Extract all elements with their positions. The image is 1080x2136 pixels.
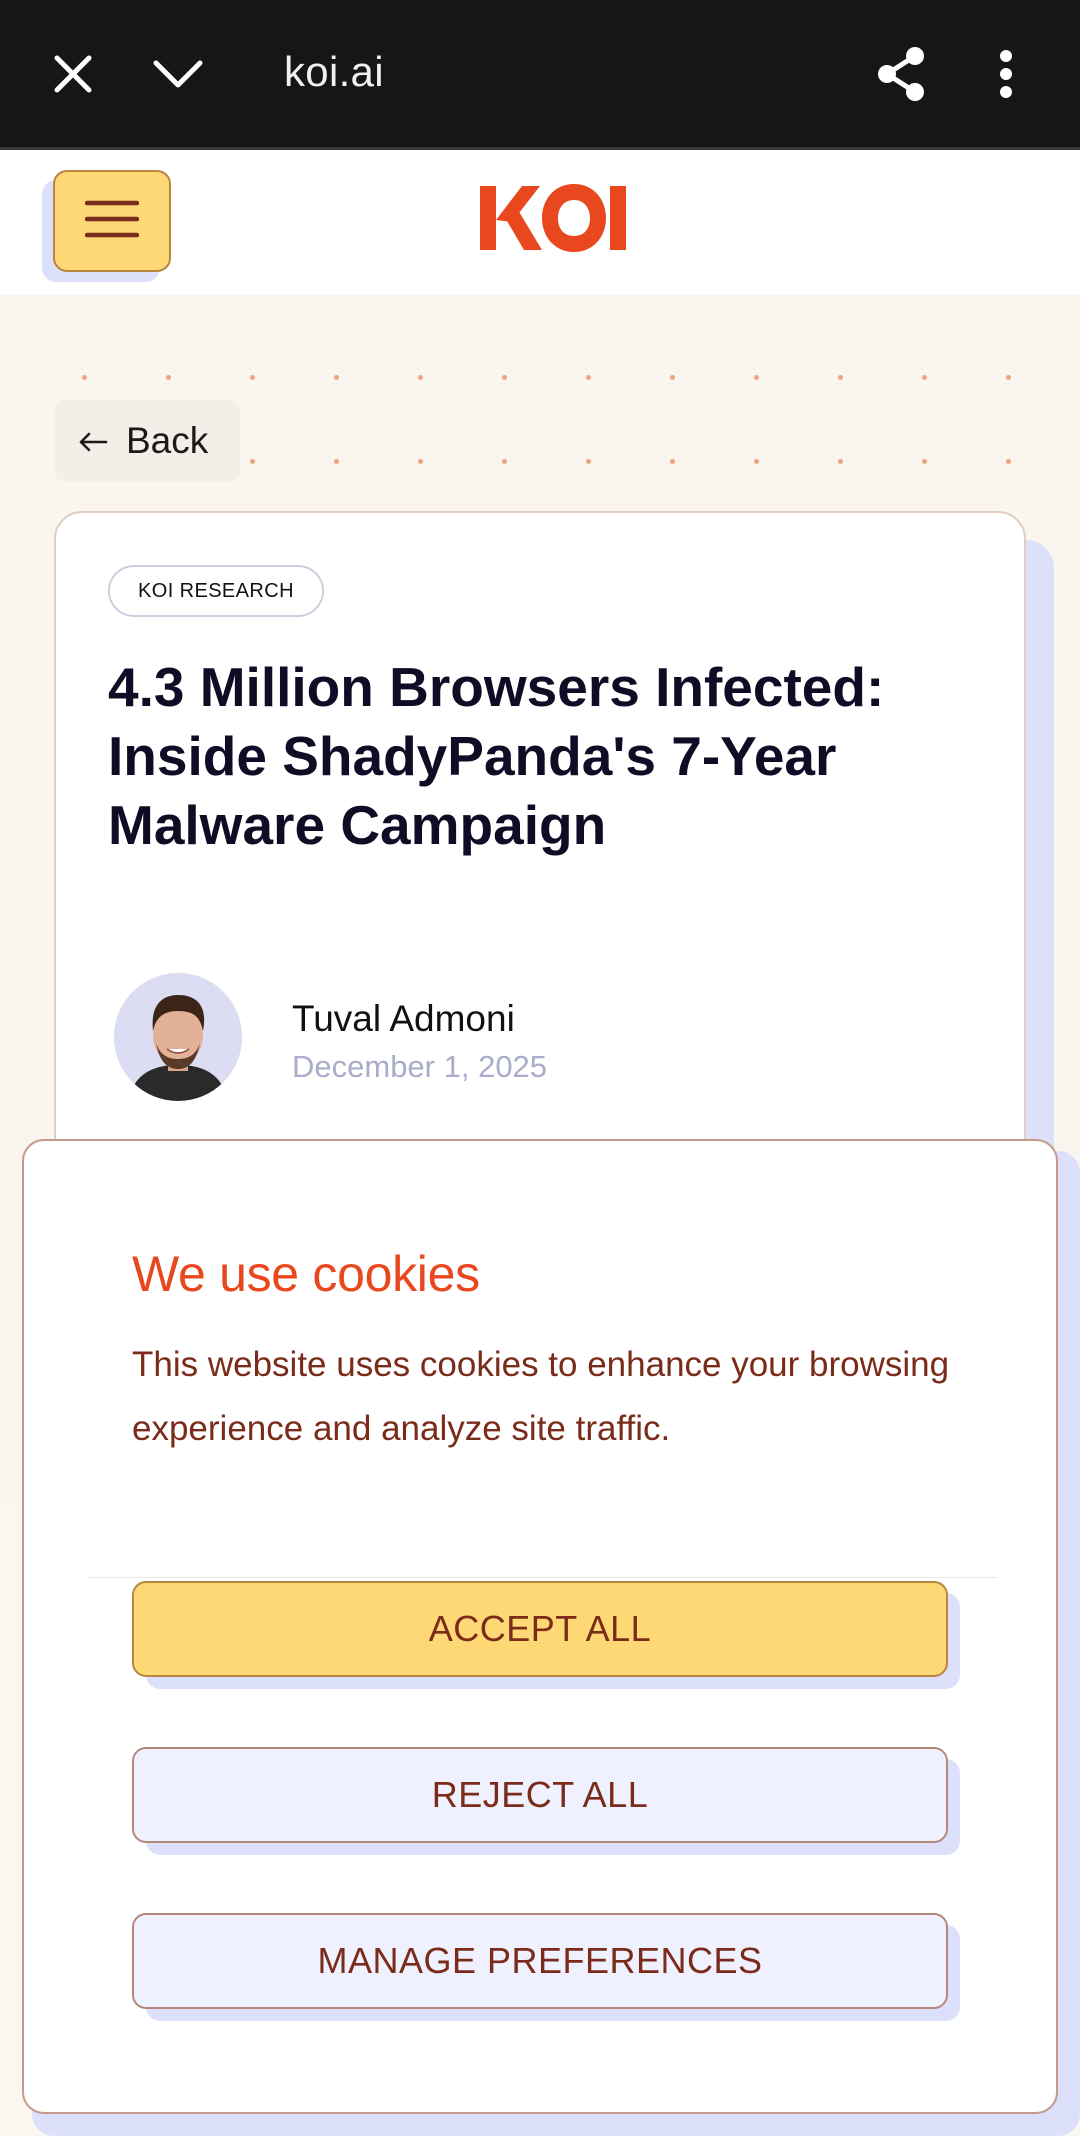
accept-all-button[interactable]: ACCEPT ALL [132,1581,948,1677]
chevron-down-icon[interactable] [143,39,213,109]
koi-logo[interactable] [478,182,628,254]
cookie-divider [88,1577,998,1578]
share-icon[interactable] [866,39,936,109]
menu-button[interactable] [53,170,171,272]
close-icon[interactable] [38,39,108,109]
publish-date: December 1, 2025 [292,1049,548,1084]
site-header [0,150,1080,295]
browser-toolbar: koi.ai [0,0,1080,150]
back-button[interactable]: Back [54,400,240,482]
cookie-title: We use cookies [132,1246,480,1302]
article-card: KOI RESEARCH 4.3 Million Browsers Infect… [54,511,1026,1231]
hamburger-icon [84,199,140,244]
article-title: 4.3 Million Browsers Infected: Inside Sh… [108,656,885,856]
author-name[interactable]: Tuval Admoni [292,998,515,1040]
arrow-left-icon [78,420,108,462]
url-text[interactable]: koi.ai [284,48,384,96]
cookie-description: This website uses cookies to enhance you… [132,1345,950,1448]
back-label: Back [126,420,209,461]
manage-preferences-button[interactable]: MANAGE PREFERENCES [132,1913,948,2009]
cookie-dialog: We use cookies This website uses cookies… [22,1139,1058,2114]
category-tag[interactable]: KOI RESEARCH [108,565,324,617]
reject-all-button[interactable]: REJECT ALL [132,1747,948,1843]
more-vert-icon[interactable] [971,39,1041,109]
author-avatar [114,973,242,1101]
